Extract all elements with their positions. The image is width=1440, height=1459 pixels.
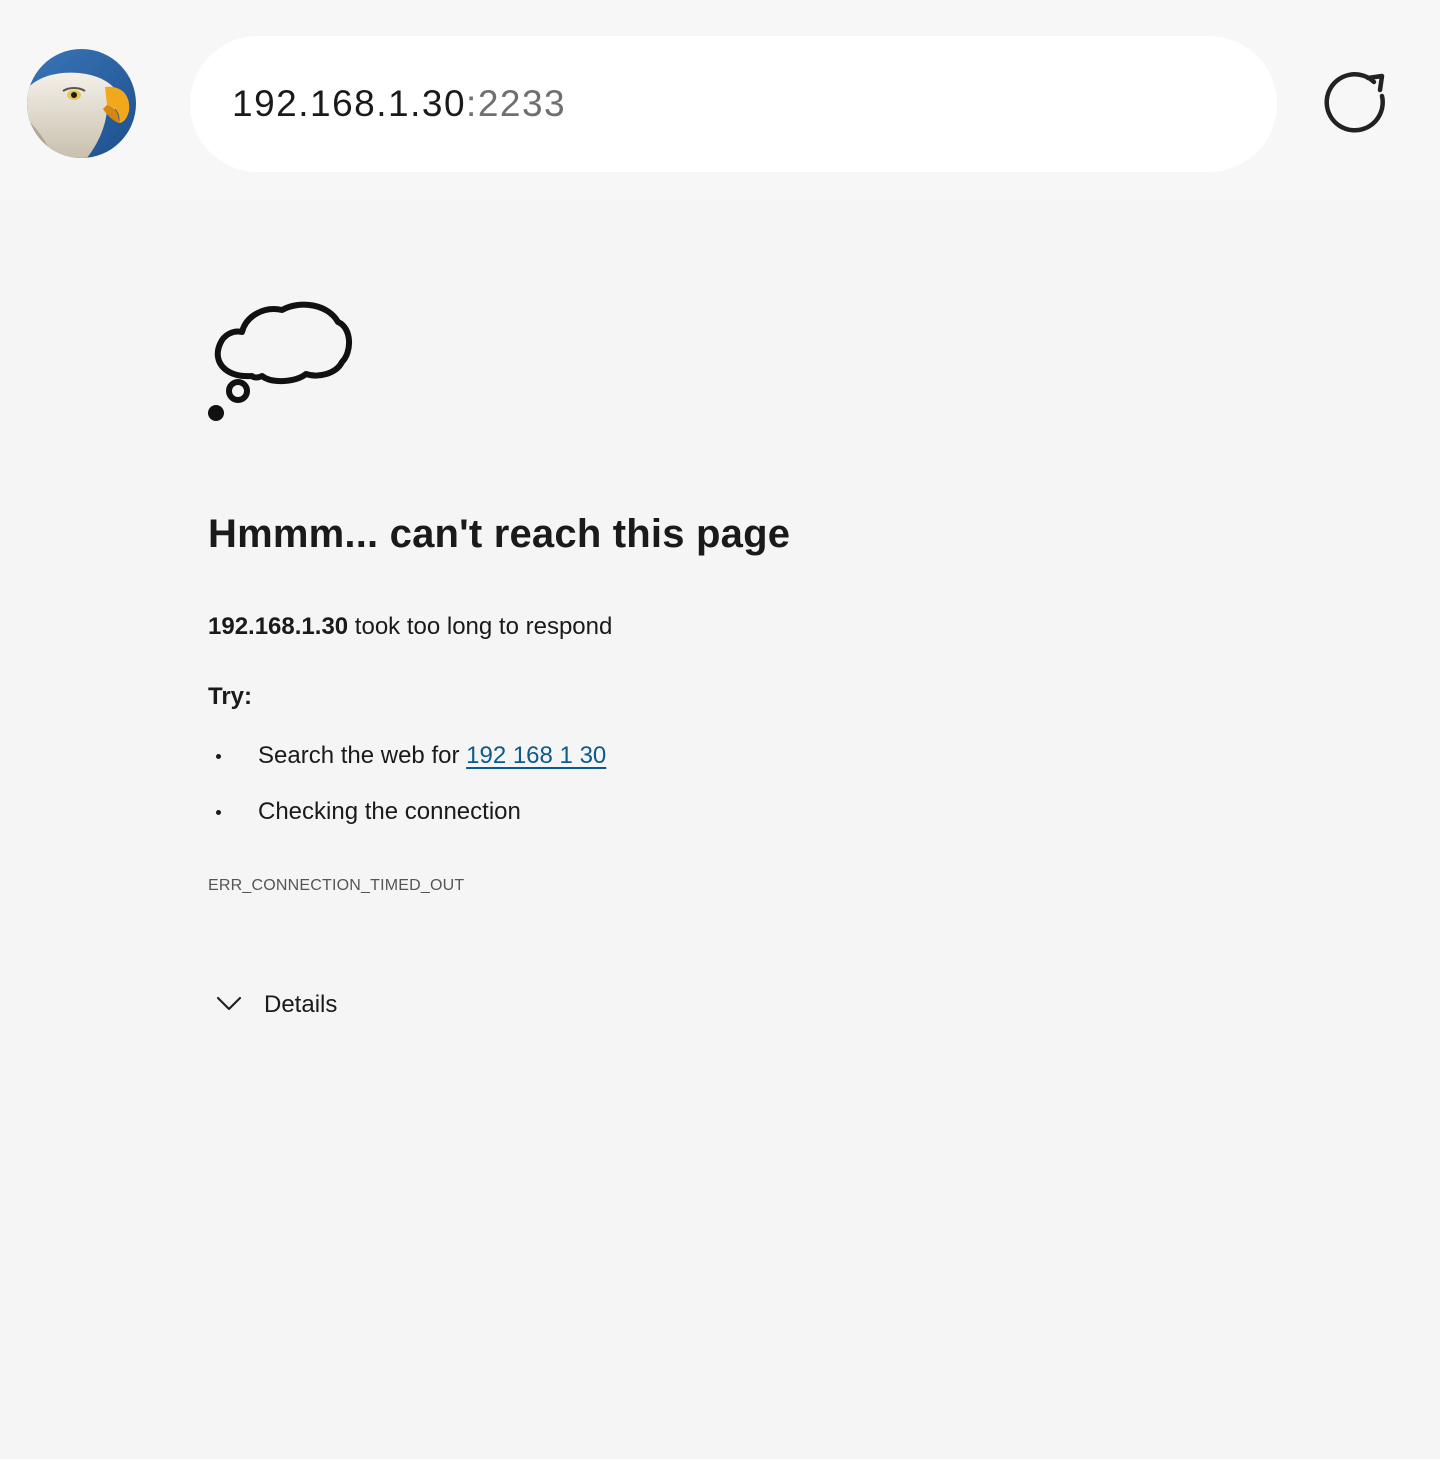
error-message-text: took too long to respond (348, 613, 613, 640)
try-label: Try: (208, 683, 253, 710)
error-host: 192.168.1.30 (208, 613, 349, 640)
thought-cloud-icon (208, 301, 352, 421)
bullet (216, 809, 221, 815)
bullet (216, 753, 221, 759)
eagle-avatar-icon (27, 49, 136, 158)
details-label: Details (264, 991, 338, 1018)
suggestion-check-connection-text: Checking the connection (258, 798, 521, 825)
details-toggle[interactable]: Details (208, 990, 337, 1020)
reload-button[interactable] (1322, 68, 1394, 140)
profile-avatar[interactable] (27, 49, 136, 158)
address-port: :2233 (466, 83, 567, 124)
top-bar: 192.168.1.30:2233 (0, 0, 1440, 200)
reload-icon (1324, 72, 1385, 133)
suggestion-search-web: Search the web for 192 168 1 30 (208, 742, 606, 770)
suggestion-check-connection: Checking the connection (208, 798, 521, 826)
address-host: 192.168.1.30 (232, 83, 467, 124)
chevron-down-icon (216, 996, 242, 1011)
error-code: ERR_CONNECTION_TIMED_OUT (208, 877, 465, 894)
suggestion-search-prefix: Search the web for (258, 742, 467, 769)
page-title: Hmmm... can't reach this page (208, 512, 791, 556)
address-bar[interactable]: 192.168.1.30:2233 (190, 36, 1277, 172)
error-message: 192.168.1.30 took too long to respond (208, 613, 612, 641)
search-web-link[interactable]: 192 168 1 30 (466, 742, 606, 770)
